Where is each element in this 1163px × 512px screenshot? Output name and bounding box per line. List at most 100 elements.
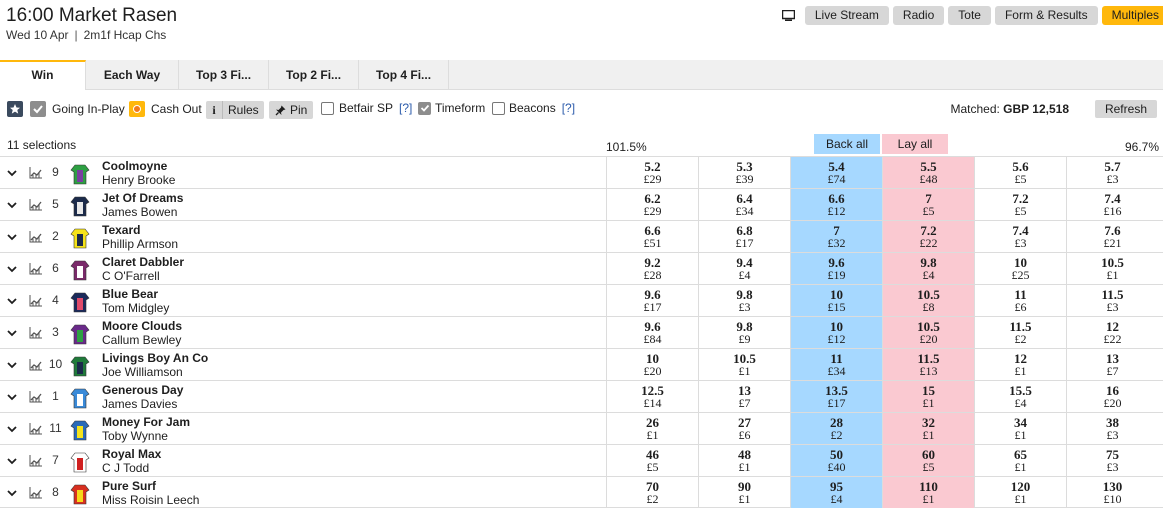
chevron-down-icon[interactable]	[6, 199, 18, 211]
lay-price-cell[interactable]: 10 £25	[974, 253, 1066, 284]
back-price-cell[interactable]: 26 £1	[606, 413, 698, 444]
best-back-price-cell[interactable]: 10 £12	[790, 317, 882, 348]
chevron-down-icon[interactable]	[6, 167, 18, 179]
runner-name[interactable]: Coolmoyne	[102, 159, 167, 173]
best-lay-price-cell[interactable]: 10.5 £20	[882, 317, 974, 348]
lay-price-cell[interactable]: 7.4 £3	[974, 221, 1066, 252]
chevron-down-icon[interactable]	[6, 327, 18, 339]
best-back-price-cell[interactable]: 10 £15	[790, 285, 882, 316]
chevron-down-icon[interactable]	[6, 295, 18, 307]
lay-price-cell[interactable]: 10.5 £1	[1066, 253, 1158, 284]
lay-price-cell[interactable]: 16 £20	[1066, 381, 1158, 412]
chevron-down-icon[interactable]	[6, 487, 18, 499]
back-price-cell[interactable]: 90 £1	[698, 477, 790, 508]
back-price-cell[interactable]: 48 £1	[698, 445, 790, 476]
form-results-button[interactable]: Form & Results	[994, 6, 1098, 25]
back-price-cell[interactable]: 6.6 £51	[606, 221, 698, 252]
back-price-cell[interactable]: 12.5 £14	[606, 381, 698, 412]
runner-name[interactable]: Generous Day	[102, 383, 183, 397]
back-price-cell[interactable]: 10 £20	[606, 349, 698, 380]
lay-price-cell[interactable]: 15.5 £4	[974, 381, 1066, 412]
chart-icon[interactable]	[29, 199, 43, 211]
lay-price-cell[interactable]: 5.6 £5	[974, 157, 1066, 188]
runner-name[interactable]: Royal Max	[102, 447, 161, 461]
tv-icon[interactable]	[781, 10, 795, 21]
tab-top-4-finish[interactable]: Top 4 Fi...	[359, 60, 449, 90]
pin-button[interactable]: Pin	[269, 101, 314, 119]
chevron-down-icon[interactable]	[6, 231, 18, 243]
chart-icon[interactable]	[29, 327, 43, 339]
runner-name[interactable]: Money For Jam	[102, 415, 190, 429]
best-back-price-cell[interactable]: 9.6 £19	[790, 253, 882, 284]
lay-price-cell[interactable]: 11.5 £3	[1066, 285, 1158, 316]
lay-price-cell[interactable]: 13 £7	[1066, 349, 1158, 380]
lay-price-cell[interactable]: 12 £1	[974, 349, 1066, 380]
chart-icon[interactable]	[29, 263, 43, 275]
chevron-down-icon[interactable]	[6, 263, 18, 275]
chart-icon[interactable]	[29, 487, 43, 499]
tab-each-way[interactable]: Each Way	[86, 60, 179, 90]
lay-price-cell[interactable]: 11.5 £2	[974, 317, 1066, 348]
best-lay-price-cell[interactable]: 7 £5	[882, 189, 974, 220]
lay-price-cell[interactable]: 7.4 £16	[1066, 189, 1158, 220]
chart-icon[interactable]	[29, 167, 43, 179]
back-price-cell[interactable]: 9.8 £9	[698, 317, 790, 348]
best-back-price-cell[interactable]: 5.4 £74	[790, 157, 882, 188]
live-stream-button[interactable]: Live Stream	[804, 6, 889, 25]
lay-price-cell[interactable]: 75 £3	[1066, 445, 1158, 476]
back-price-cell[interactable]: 6.2 £29	[606, 189, 698, 220]
best-lay-price-cell[interactable]: 60 £5	[882, 445, 974, 476]
runner-name[interactable]: Jet Of Dreams	[102, 191, 183, 205]
back-price-cell[interactable]: 6.8 £17	[698, 221, 790, 252]
chevron-down-icon[interactable]	[6, 391, 18, 403]
runner-name[interactable]: Blue Bear	[102, 287, 158, 301]
best-back-price-cell[interactable]: 11 £34	[790, 349, 882, 380]
favourite-star[interactable]	[7, 101, 23, 117]
back-price-cell[interactable]: 9.6 £84	[606, 317, 698, 348]
tab-top-3-finish[interactable]: Top 3 Fi...	[179, 60, 269, 90]
tote-button[interactable]: Tote	[948, 6, 991, 25]
cash-out-toggle[interactable]: Cash Out	[129, 101, 202, 117]
lay-price-cell[interactable]: 11 £6	[974, 285, 1066, 316]
rules-button[interactable]: i Rules	[206, 101, 264, 119]
best-lay-price-cell[interactable]: 11.5 £13	[882, 349, 974, 380]
best-lay-price-cell[interactable]: 15 £1	[882, 381, 974, 412]
back-price-cell[interactable]: 27 £6	[698, 413, 790, 444]
best-lay-price-cell[interactable]: 5.5 £48	[882, 157, 974, 188]
back-price-cell[interactable]: 5.2 £29	[606, 157, 698, 188]
chart-icon[interactable]	[29, 359, 43, 371]
back-price-cell[interactable]: 46 £5	[606, 445, 698, 476]
chart-icon[interactable]	[29, 423, 43, 435]
beacons-checkbox[interactable]	[492, 101, 505, 115]
lay-price-cell[interactable]: 12 £22	[1066, 317, 1158, 348]
back-price-cell[interactable]: 9.2 £28	[606, 253, 698, 284]
chart-icon[interactable]	[29, 391, 43, 403]
runner-name[interactable]: Texard	[102, 223, 140, 237]
going-in-play-toggle[interactable]: Going In-Play	[30, 101, 125, 117]
best-lay-price-cell[interactable]: 32 £1	[882, 413, 974, 444]
chart-icon[interactable]	[29, 231, 43, 243]
beacons-help-link[interactable]: [?]	[562, 101, 575, 115]
lay-price-cell[interactable]: 34 £1	[974, 413, 1066, 444]
chevron-down-icon[interactable]	[6, 423, 18, 435]
back-price-cell[interactable]: 6.4 £34	[698, 189, 790, 220]
back-price-cell[interactable]: 5.3 £39	[698, 157, 790, 188]
lay-price-cell[interactable]: 120 £1	[974, 477, 1066, 508]
betfair-sp-toggle[interactable]: Betfair SP [?]	[321, 101, 412, 115]
best-back-price-cell[interactable]: 7 £32	[790, 221, 882, 252]
timeform-checkbox[interactable]	[418, 101, 431, 115]
timeform-toggle[interactable]: Timeform	[418, 101, 485, 115]
tab-win[interactable]: Win	[0, 60, 86, 90]
tab-top-2-finish[interactable]: Top 2 Fi...	[269, 60, 359, 90]
runner-name[interactable]: Moore Clouds	[102, 319, 182, 333]
back-price-cell[interactable]: 70 £2	[606, 477, 698, 508]
best-back-price-cell[interactable]: 6.6 £12	[790, 189, 882, 220]
lay-price-cell[interactable]: 7.6 £21	[1066, 221, 1158, 252]
multiples-button[interactable]: Multiples	[1101, 6, 1163, 25]
back-price-cell[interactable]: 9.4 £4	[698, 253, 790, 284]
radio-button[interactable]: Radio	[892, 6, 945, 25]
lay-price-cell[interactable]: 5.7 £3	[1066, 157, 1158, 188]
runner-name[interactable]: Claret Dabbler	[102, 255, 184, 269]
back-price-cell[interactable]: 13 £7	[698, 381, 790, 412]
lay-price-cell[interactable]: 38 £3	[1066, 413, 1158, 444]
